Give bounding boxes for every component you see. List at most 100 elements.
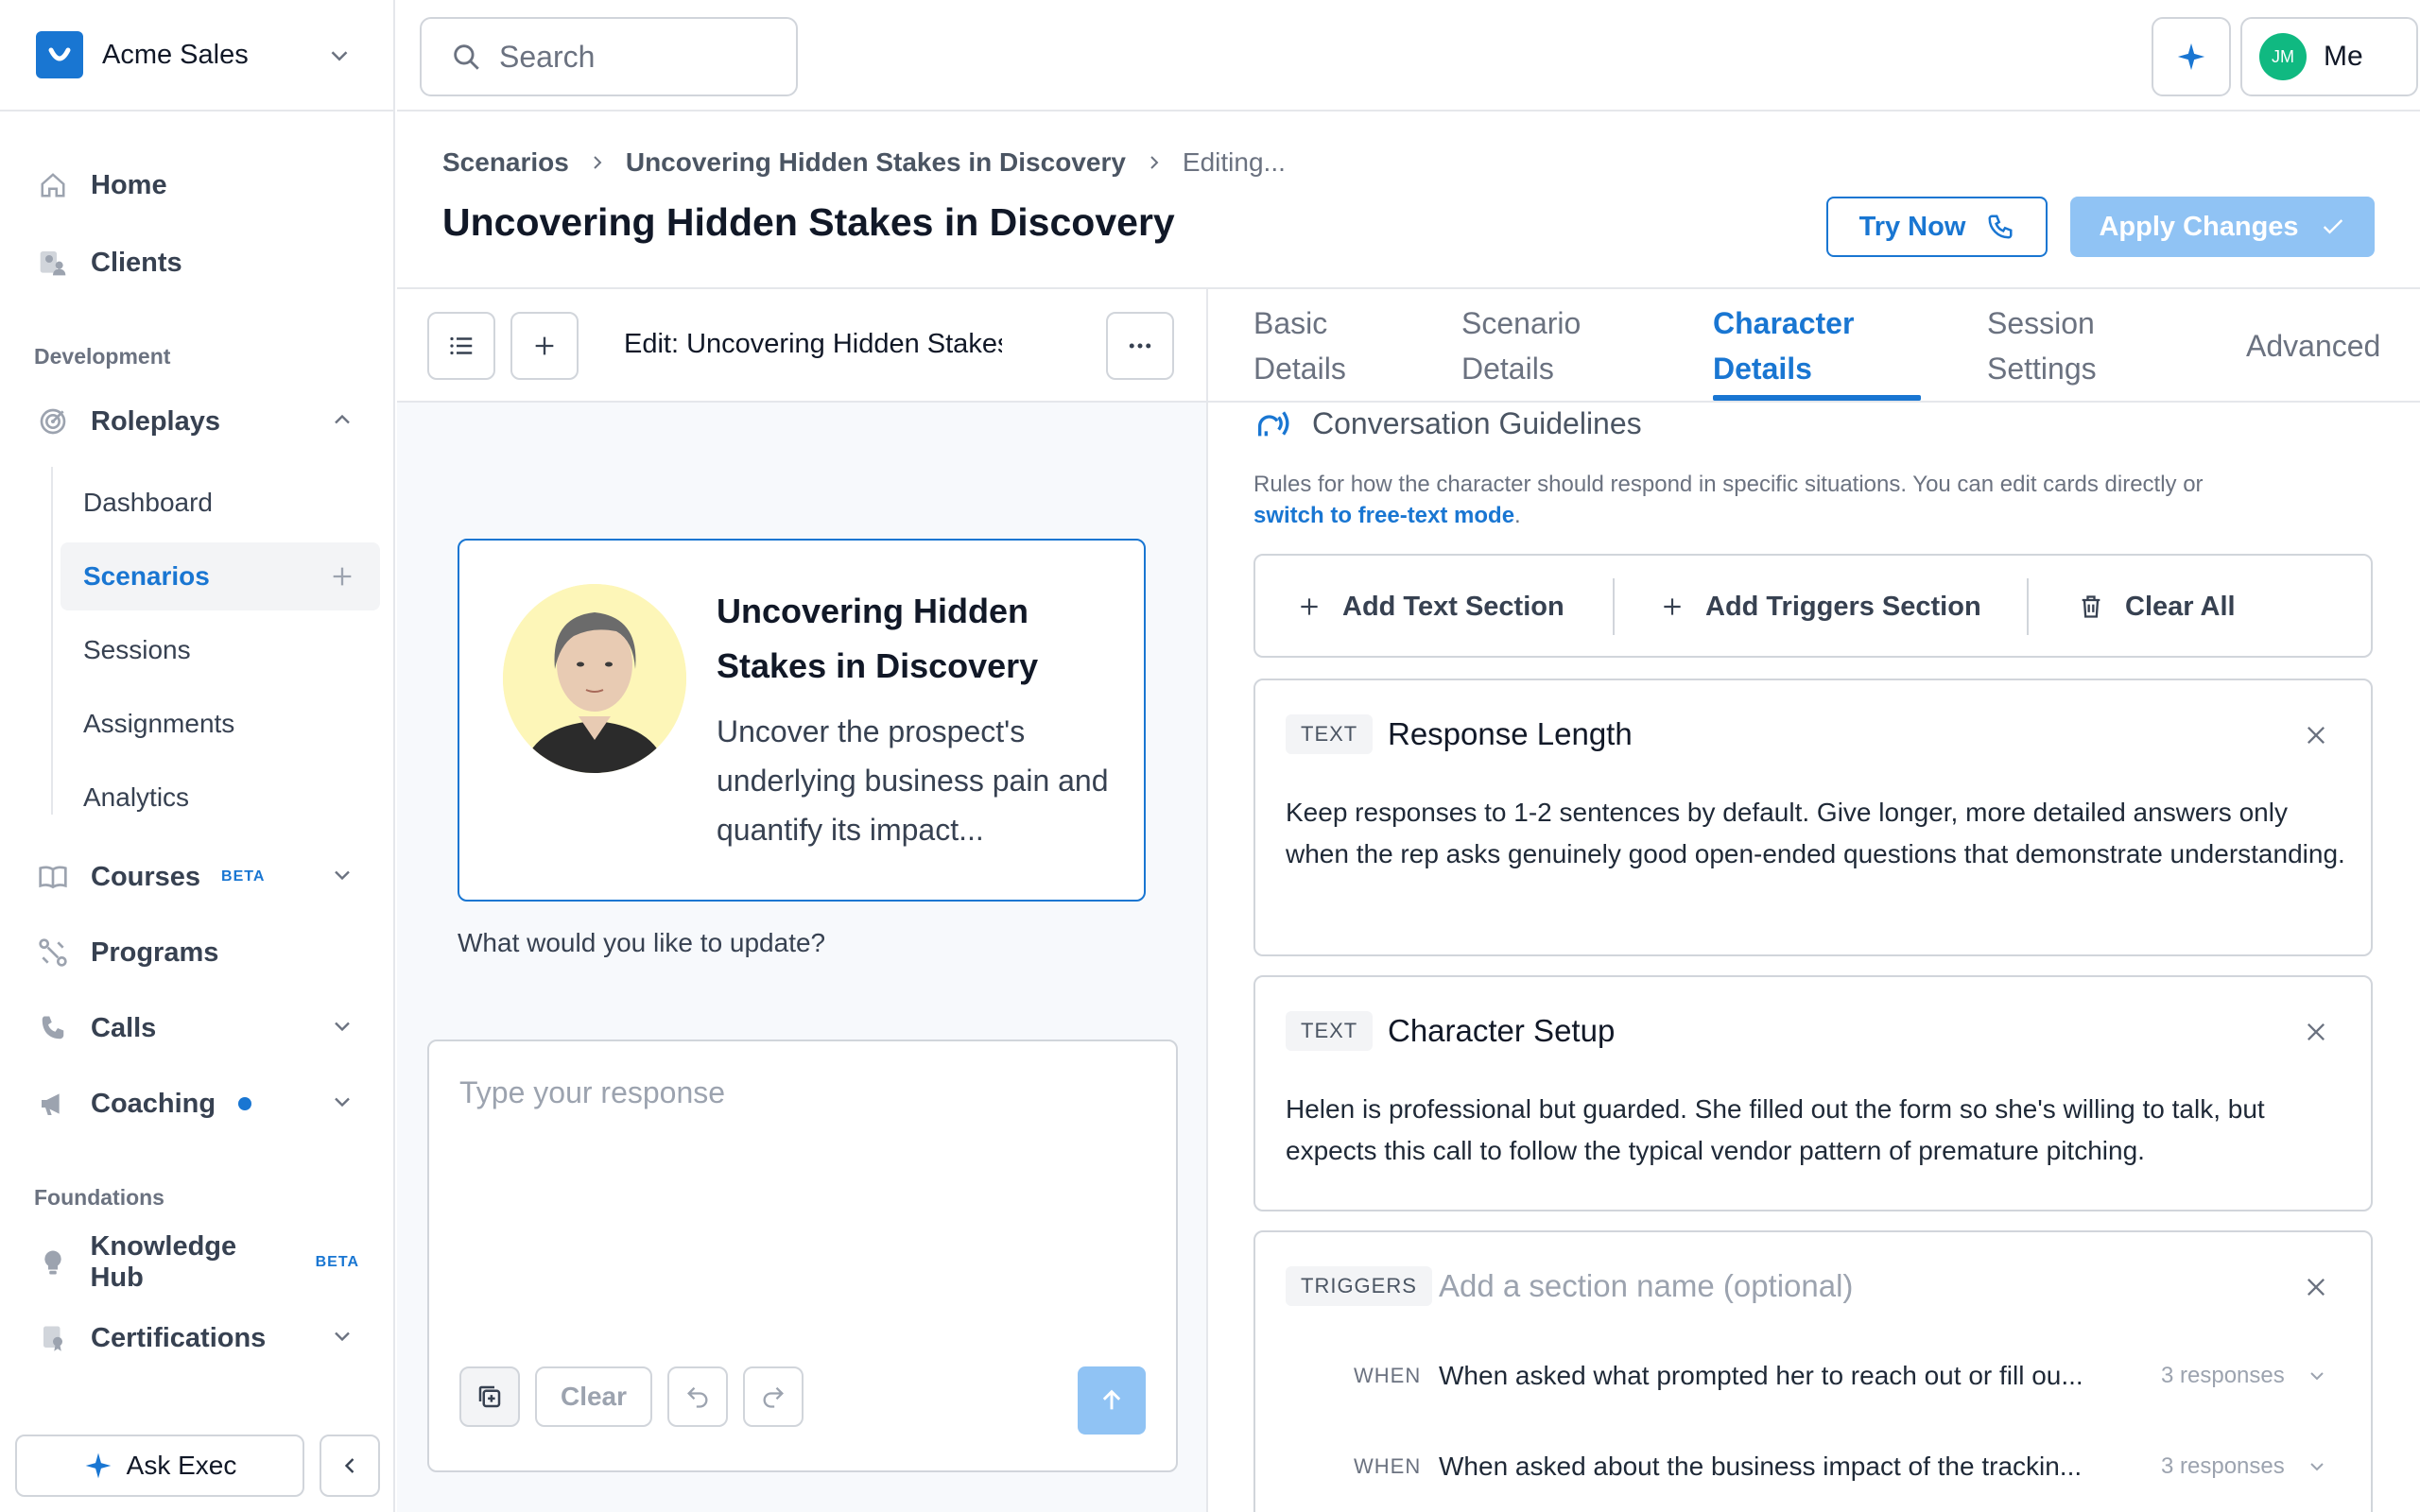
clear-label: Clear	[560, 1382, 628, 1411]
breadcrumb-scenarios[interactable]: Scenarios	[442, 147, 569, 178]
type-badge: TEXT	[1286, 1011, 1374, 1051]
tab-label-line: Details	[1253, 352, 1346, 386]
sidebar: Acme Sales Home Clients Development Role…	[0, 0, 395, 1512]
user-menu-button[interactable]: JM Me	[2240, 17, 2418, 96]
attach-button[interactable]	[459, 1366, 520, 1427]
response-count: 3 responses	[2161, 1363, 2285, 1388]
guideline-card[interactable]: TEXT Character Setup Helen is profession…	[1253, 975, 2373, 1211]
chevron-left-icon	[344, 1458, 354, 1473]
assistant-question: What would you like to update?	[458, 928, 826, 957]
search-input[interactable]: Search	[420, 17, 798, 96]
add-text-section-button[interactable]: Add Text Section	[1297, 580, 1564, 633]
phone-icon	[34, 1009, 72, 1047]
try-now-button[interactable]: Try Now	[1826, 197, 2048, 257]
free-text-mode-link[interactable]: switch to free-text mode	[1253, 503, 1514, 528]
new-button[interactable]	[510, 312, 579, 380]
clear-button[interactable]: Clear	[535, 1366, 652, 1427]
tab-label-line: Details	[1713, 352, 1812, 386]
guidelines-heading: Conversation Guidelines	[1253, 404, 1642, 442]
sidebar-item-sessions[interactable]: Sessions	[60, 616, 380, 684]
tab-scenario-details[interactable]: Scenario Details	[1461, 301, 1581, 391]
undo-icon	[687, 1386, 708, 1408]
ask-exec-button[interactable]: Ask Exec	[15, 1435, 304, 1497]
breadcrumb-scenario[interactable]: Uncovering Hidden Stakes in Discovery	[626, 147, 1126, 178]
nav-clients[interactable]: Clients	[34, 234, 359, 291]
response-composer[interactable]: Type your response Clear	[427, 1040, 1178, 1472]
home-icon	[34, 166, 72, 204]
undo-button[interactable]	[667, 1366, 728, 1427]
sidebar-item-assignments[interactable]: Assignments	[60, 690, 380, 758]
more-options-button[interactable]	[1106, 312, 1174, 380]
tab-character-details[interactable]: Character Details	[1713, 301, 1854, 391]
beta-badge: BETA	[221, 868, 266, 885]
tab-bar: Basic Details Scenario Details Character…	[1208, 289, 2420, 403]
more-horizontal-icon	[1129, 343, 1151, 349]
search-placeholder: Search	[499, 39, 596, 74]
nav-calls[interactable]: Calls	[34, 1000, 359, 1057]
guideline-card[interactable]: TEXT Response Length Keep responses to 1…	[1253, 679, 2373, 956]
chevron-right-icon	[586, 151, 609, 174]
clear-all-button[interactable]: Clear All	[2078, 580, 2236, 633]
section-development: Development	[34, 344, 171, 369]
section-foundations: Foundations	[34, 1185, 164, 1210]
chevron-down-icon[interactable]	[329, 1089, 355, 1123]
lightbulb-icon	[34, 1244, 71, 1281]
nav-clients-label: Clients	[91, 247, 182, 278]
nav-certifications[interactable]: Certifications	[34, 1310, 359, 1366]
tab-label-line: Advanced	[2246, 329, 2381, 363]
redo-button[interactable]	[743, 1366, 804, 1427]
tab-label-line: Details	[1461, 352, 1554, 386]
sparkle-icon	[2177, 43, 2205, 71]
ai-assistant-button[interactable]	[2152, 17, 2231, 96]
chevron-down-icon[interactable]	[329, 862, 355, 896]
sidebar-item-dashboard[interactable]: Dashboard	[60, 469, 380, 537]
send-button[interactable]	[1078, 1366, 1146, 1435]
sidebar-item-scenarios[interactable]: Scenarios	[60, 542, 380, 610]
redo-icon	[763, 1386, 784, 1408]
guideline-title[interactable]: Character Setup	[1388, 1013, 1615, 1049]
chevron-down-icon[interactable]	[2306, 1365, 2328, 1387]
section-name-input[interactable]: Add a section name (optional)	[1439, 1268, 1853, 1304]
trigger-text: When asked about the business impact of …	[1439, 1452, 2083, 1481]
org-switcher[interactable]: Acme Sales	[0, 0, 395, 112]
tab-advanced[interactable]: Advanced	[2246, 323, 2380, 369]
add-triggers-section-button[interactable]: Add Triggers Section	[1660, 580, 1981, 633]
character-portrait	[503, 584, 686, 773]
add-scenario-icon[interactable]	[329, 563, 355, 596]
chevron-down-icon[interactable]	[329, 1323, 355, 1357]
guidelines-desc-text: Rules for how the character should respo…	[1253, 472, 2204, 497]
tab-basic-details[interactable]: Basic Details	[1253, 301, 1346, 391]
collapse-sidebar-button[interactable]	[320, 1435, 380, 1497]
phone-icon	[1988, 215, 2013, 239]
chevron-down-icon[interactable]	[325, 42, 354, 75]
scenario-card[interactable]: Uncovering Hidden Stakes in Discovery Un…	[458, 539, 1146, 902]
apply-changes-button[interactable]: Apply Changes	[2070, 197, 2375, 257]
trigger-row[interactable]: WHEN When asked what prompted her to rea…	[1354, 1355, 2337, 1397]
chevron-down-icon[interactable]	[329, 1013, 355, 1047]
chevron-down-icon[interactable]	[2306, 1455, 2328, 1478]
list-view-button[interactable]	[427, 312, 495, 380]
nav-coaching[interactable]: Coaching	[34, 1075, 359, 1132]
tab-session-settings[interactable]: Session Settings	[1987, 301, 2097, 391]
breadcrumb-current: Editing...	[1182, 147, 1286, 177]
avatar: JM	[2259, 33, 2307, 80]
guideline-body[interactable]: Helen is professional but guarded. She f…	[1286, 1089, 2354, 1172]
nav-programs[interactable]: Programs	[34, 924, 359, 981]
guideline-title[interactable]: Response Length	[1388, 716, 1633, 752]
target-icon	[34, 403, 72, 440]
guideline-body[interactable]: Keep responses to 1-2 sentences by defau…	[1286, 792, 2354, 875]
chevron-up-icon[interactable]	[329, 406, 355, 440]
triggers-card[interactable]: TRIGGERS Add a section name (optional) W…	[1253, 1230, 2373, 1512]
trigger-row[interactable]: WHEN When asked about the business impac…	[1354, 1446, 2337, 1487]
nav-knowledge-hub[interactable]: Knowledge Hub BETA	[34, 1231, 359, 1293]
sidebar-item-analytics[interactable]: Analytics	[60, 764, 380, 832]
nav-certifications-label: Certifications	[91, 1322, 267, 1353]
nav-roleplays[interactable]: Roleplays	[34, 393, 359, 450]
close-icon[interactable]	[2303, 1274, 2329, 1305]
close-icon[interactable]	[2303, 1019, 2329, 1050]
plus-icon	[1301, 598, 1318, 615]
close-icon[interactable]	[2303, 722, 2329, 753]
tab-label-line: Basic	[1253, 306, 1328, 340]
nav-home[interactable]: Home	[34, 157, 359, 214]
nav-courses[interactable]: Courses BETA	[34, 849, 359, 905]
